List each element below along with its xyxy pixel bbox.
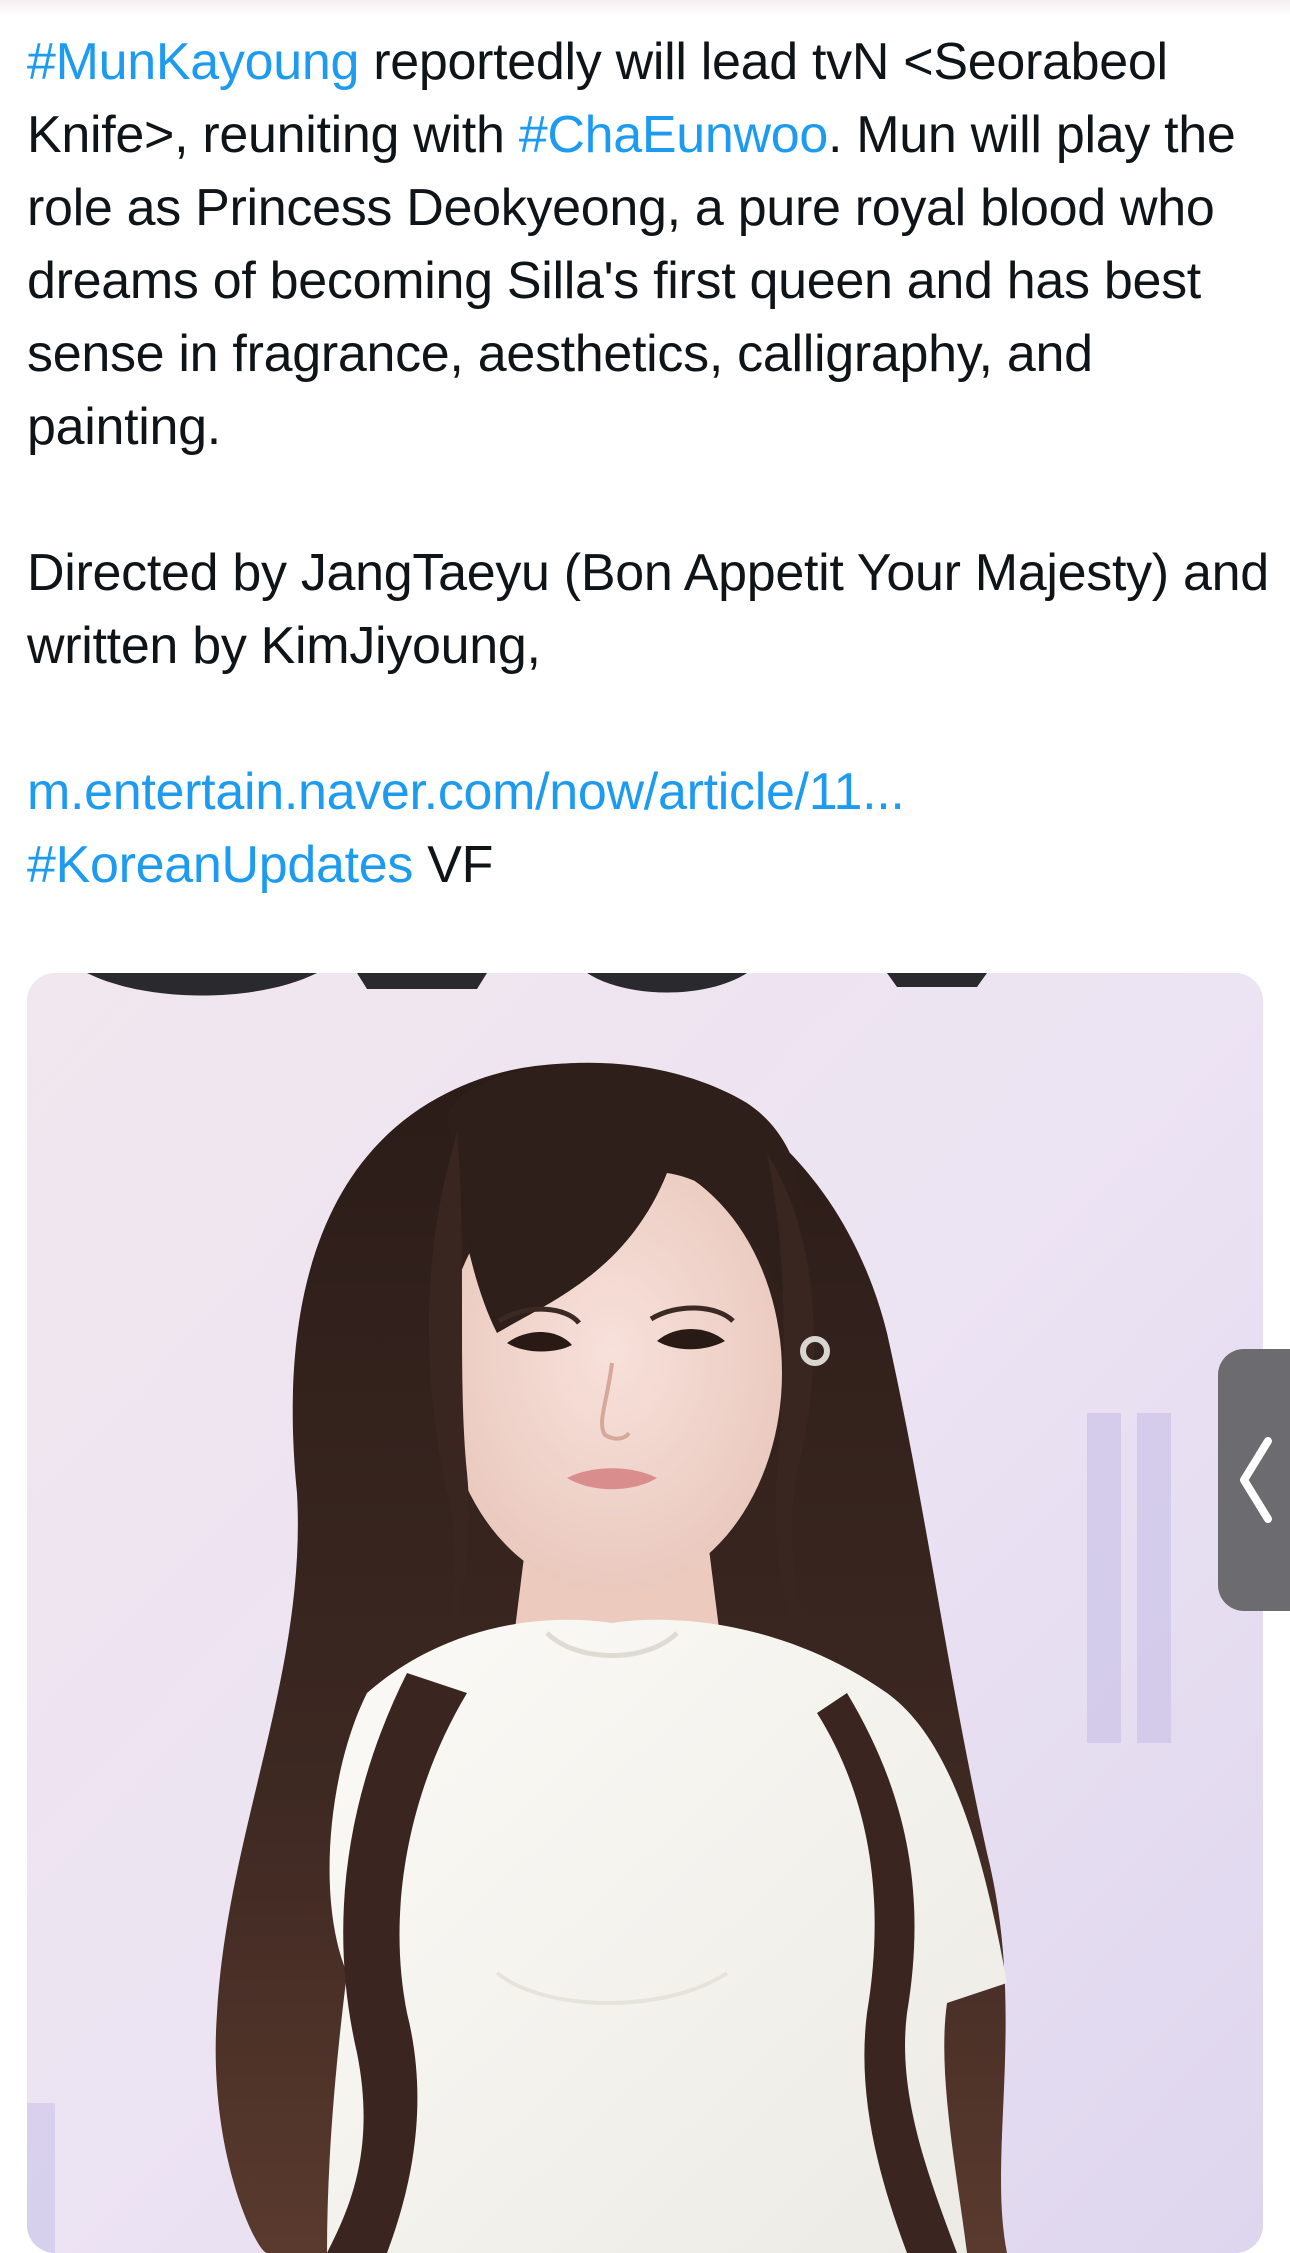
article-url-link[interactable]: m.entertain.naver.com/now/article/11... [27, 763, 905, 821]
tweet-text: #MunKayoung reportedly will lead tvN <Se… [27, 26, 1272, 902]
tweet-photo[interactable] [27, 973, 1263, 2253]
tweet-text-segment: VF [413, 836, 494, 894]
hashtag-munkayoung-link[interactable]: #MunKayoung [27, 33, 359, 91]
hashtag-koreanupdates-link[interactable]: #KoreanUpdates [27, 836, 413, 894]
tweet-paragraph-2: Directed by JangTaeyu (Bon Appetit Your … [27, 544, 1269, 675]
side-panel-toggle[interactable] [1218, 1349, 1290, 1611]
top-strip [0, 0, 1290, 16]
chevron-left-icon [1240, 1437, 1272, 1523]
hashtag-chaeunwoo-link[interactable]: #ChaEunwoo [519, 106, 829, 164]
photo-of-actress-in-white-dress [27, 973, 1263, 2253]
tweet-paragraph-3: m.entertain.naver.com/now/article/11... #… [27, 756, 1272, 902]
tweet-paragraph-1: #MunKayoung reportedly will lead tvN <Se… [27, 26, 1272, 464]
